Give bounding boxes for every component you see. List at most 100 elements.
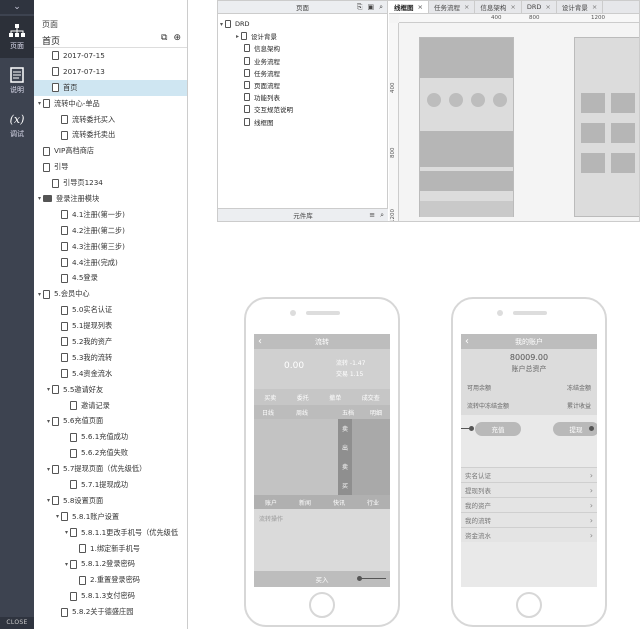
chevron-down-icon[interactable]: ▾ [45,466,52,473]
collapse-toggle[interactable]: ⌄ [0,0,34,14]
tree-row[interactable]: ▾ 5.7提现页面（优先级低） [34,461,187,477]
chevron-down-icon[interactable]: ▾ [45,497,52,504]
tree-row[interactable]: 5.1提现列表 [34,318,187,334]
tree-row[interactable]: 邀请记录 [34,398,187,414]
tree-row[interactable]: ▾ 流转中心-单品 [34,96,187,112]
tree-row[interactable]: ▾ 5.8.1.1更改手机号（优先级低 [34,525,187,541]
tree-row[interactable]: 4.3注册(第三步) [34,239,187,255]
chevron-down-icon[interactable]: ▾ [36,100,43,107]
recharge-button[interactable]: 充值 [475,422,521,436]
tree-row[interactable]: 5.2我的资产 [34,334,187,350]
rail-button-pages[interactable]: 页面 [0,16,34,58]
tree-row[interactable]: 5.8.2关于德盛庄园 [34,604,187,620]
tree-row[interactable]: 5.8.1.3支付密码 [34,588,187,604]
editor-tab[interactable]: DRD × [522,1,557,13]
tree-row[interactable]: ▾ 5.8.1账户设置 [34,509,187,525]
editor-tab[interactable]: 任务流程 × [429,1,476,13]
account-menu-item[interactable]: 我的资产 › [461,497,597,512]
tree-row[interactable]: 4.5登录 [34,270,187,286]
chevron-right-icon[interactable]: ▸ [234,33,241,40]
tab-day[interactable]: 日线 [262,408,274,417]
close-icon[interactable]: × [418,3,423,11]
tree-row[interactable]: 5.6.2充值失败 [34,445,187,461]
back-icon[interactable]: ‹ [258,336,262,347]
tree-row[interactable]: 2.重置登录密码 [34,572,187,588]
close-button[interactable]: CLOSE [0,617,34,629]
tree-row[interactable]: ▾ 5.6充值页面 [34,413,187,429]
editor-tab[interactable]: 设计背景 × [557,1,604,13]
rail-button-debug[interactable]: (x) 调试 [0,104,34,146]
tree-row[interactable]: 引导页1234 [34,175,187,191]
tree-row[interactable]: 首页 [34,79,187,96]
editor-canvas[interactable]: 线框图 × 任务流程 × 信息架构 × DRD × 设计背景 × 400 800 1200 400… [389,1,639,221]
close-icon[interactable]: × [464,3,469,11]
add-page-icon[interactable]: ⊕ [173,33,181,43]
tab-detail[interactable]: 明细 [370,408,382,417]
chevron-down-icon[interactable]: ▾ [36,195,43,202]
tree-row[interactable]: ▾ 5.8设置页面 [34,493,187,509]
chevron-down-icon[interactable]: ▾ [36,291,43,298]
tab-depth[interactable]: 五档 [342,408,354,417]
tree-row[interactable]: 4.2注册(第二步) [34,223,187,239]
account-menu-item[interactable]: 资金流水 › [461,527,597,542]
add-page-icon[interactable]: ⎘ [357,3,363,12]
editor-tab[interactable]: 信息架构 × [475,1,522,13]
close-icon[interactable]: × [510,3,515,11]
tree-row[interactable]: ▾ 登录注册模块 [34,191,187,207]
menu-item[interactable]: 撤单 [329,393,341,402]
bottom-tab[interactable]: 新闻 [299,498,311,507]
tree-row[interactable]: 2017-07-15 [34,48,187,64]
tree-row[interactable]: 流转委托卖出 [34,127,187,143]
chevron-down-icon[interactable]: ▾ [63,529,70,536]
tree-row[interactable]: 引导 [34,159,187,175]
account-menu-item[interactable]: 提现列表 › [461,482,597,497]
tree-row[interactable]: ▾ 5.会员中心 [34,286,187,302]
account-menu-item[interactable]: 实名认证 › [461,467,597,482]
tree-row[interactable]: 流转委托买入 [34,112,187,128]
menu-item[interactable]: 买卖 [264,393,276,402]
editor-page-row[interactable]: 功能列表 [218,91,387,103]
bottom-tab[interactable]: 账户 [265,498,277,507]
rail-button-notes[interactable]: 说明 [0,60,34,102]
close-icon[interactable]: × [545,3,550,11]
editor-tab[interactable]: 线框图 × [389,1,429,13]
search-icon[interactable]: ⌕ [379,3,383,12]
tree-row[interactable]: 2017-07-13 [34,64,187,80]
editor-root-row[interactable]: ▾ DRD [218,18,387,30]
editor-page-row[interactable]: 线框图 [218,116,387,128]
editor-page-row[interactable]: ▸ 设计背景 [218,30,387,42]
tree-row[interactable]: 5.3我的流转 [34,350,187,366]
search-icon[interactable]: ⌕ [380,211,384,220]
editor-page-row[interactable]: 页面流程 [218,79,387,91]
menu-item[interactable]: 委托 [297,393,309,402]
bottom-tab[interactable]: 快讯 [333,498,345,507]
tree-row[interactable]: 5.4资金流水 [34,366,187,382]
tree-row[interactable]: 4.4注册(完成) [34,255,187,271]
chevron-down-icon[interactable]: ▾ [63,561,70,568]
tree-row[interactable]: 5.6.1充值成功 [34,429,187,445]
menu-icon[interactable]: ≡ [369,211,375,220]
tree-row[interactable]: 4.1注册(第一步) [34,207,187,223]
editor-page-row[interactable]: 交互规范说明 [218,103,387,115]
slider-dot[interactable] [357,576,362,581]
open-external-icon[interactable]: ⧉ [161,33,167,43]
chevron-down-icon[interactable]: ▾ [54,513,61,520]
editor-page-row[interactable]: 信息架构 [218,42,387,54]
editor-page-row[interactable]: 业务流程 [218,55,387,67]
bottom-tab[interactable]: 行业 [367,498,379,507]
tree-row[interactable]: 5.7.1提现成功 [34,477,187,493]
chevron-down-icon[interactable]: ▾ [45,418,52,425]
tree-row[interactable]: VIP高档商店 [34,143,187,159]
chevron-down-icon[interactable]: ▾ [45,386,52,393]
editor-page-row[interactable]: 任务流程 [218,67,387,79]
back-icon[interactable]: ‹ [465,336,469,347]
tree-row[interactable]: 1.绑定新手机号 [34,541,187,557]
close-icon[interactable]: × [592,3,597,11]
account-menu-item[interactable]: 我的流转 › [461,512,597,527]
menu-item[interactable]: 成交查 [362,393,380,402]
tree-row[interactable]: 5.0实名认证 [34,302,187,318]
add-folder-icon[interactable]: ▣ [367,3,374,12]
tree-row[interactable]: ▾ 5.8.1.2登录密码 [34,557,187,573]
tree-row[interactable]: ▾ 5.5邀请好友 [34,382,187,398]
buy-button[interactable]: 买入 [254,571,390,587]
